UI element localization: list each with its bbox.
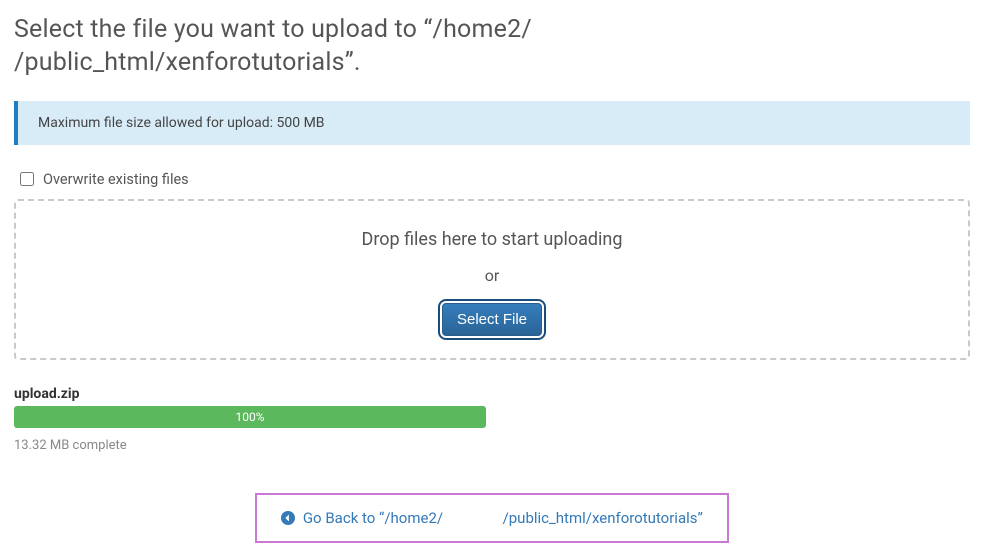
upload-file-name: upload.zip — [14, 386, 970, 402]
progress-fill: 100% — [14, 406, 486, 428]
progress-bar: 100% — [14, 406, 486, 428]
overwrite-label[interactable]: Overwrite existing files — [43, 171, 189, 188]
drop-zone-text2: or — [16, 266, 968, 285]
drop-zone[interactable]: Drop files here to start uploading or Se… — [14, 199, 970, 360]
upload-status: upload.zip 100% 13.32 MB complete — [14, 386, 970, 453]
go-back-highlight: Go Back to “/home2/ /public_html/xenforo… — [255, 493, 729, 543]
info-box: Maximum file size allowed for upload: 50… — [14, 101, 970, 145]
go-back-prefix: Go Back to “/home2/ — [303, 509, 443, 527]
arrow-left-circle-icon — [281, 511, 295, 525]
title-prefix: Select the file you want to upload to “/… — [14, 15, 532, 44]
go-back-link[interactable]: Go Back to “/home2/ /public_html/xenforo… — [281, 509, 703, 527]
title-suffix: /public_html/xenforotutorials”. — [14, 48, 361, 77]
footer: Go Back to “/home2/ /public_html/xenforo… — [14, 493, 970, 543]
go-back-suffix: /public_html/xenforotutorials” — [503, 509, 703, 527]
info-text: Maximum file size allowed for upload: 50… — [38, 115, 325, 131]
drop-zone-text1: Drop files here to start uploading — [16, 229, 968, 250]
select-file-button[interactable]: Select File — [442, 303, 542, 336]
overwrite-checkbox[interactable] — [20, 172, 34, 186]
page-title: Select the file you want to upload to “/… — [14, 14, 970, 79]
upload-status-text: 13.32 MB complete — [14, 438, 970, 453]
overwrite-row: Overwrite existing files — [16, 169, 970, 189]
